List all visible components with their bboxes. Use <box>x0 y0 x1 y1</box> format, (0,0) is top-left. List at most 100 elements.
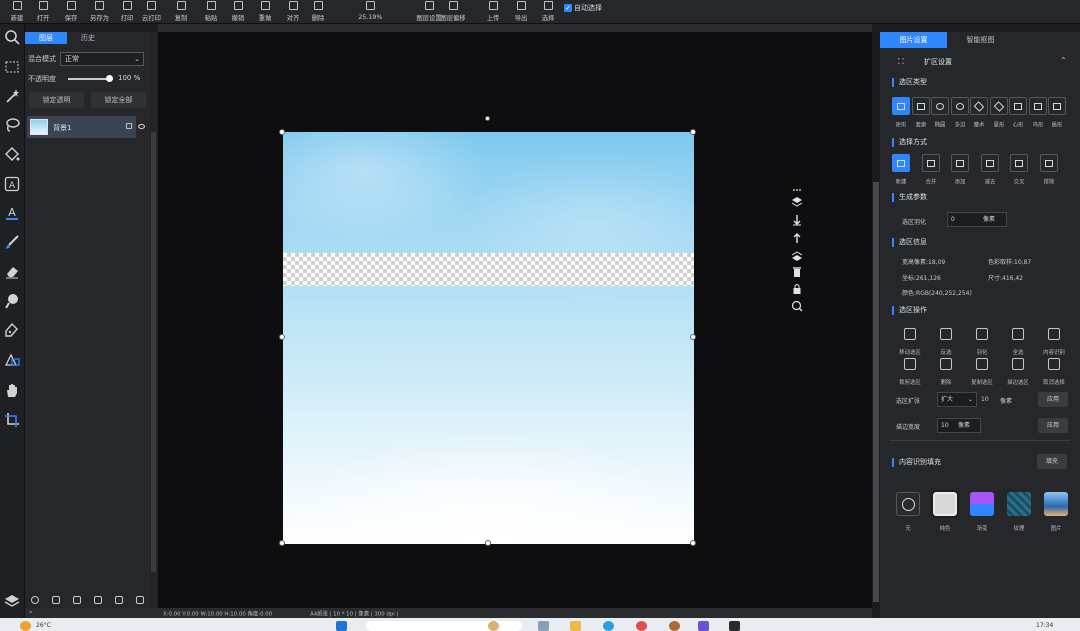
smudge-tool-icon[interactable] <box>3 292 21 310</box>
selection-type-button-8[interactable] <box>1048 97 1066 115</box>
toolbar-button-11[interactable]: 删除 <box>305 0 331 24</box>
opacity-slider[interactable] <box>68 78 108 80</box>
lasso-tool-icon[interactable] <box>3 116 21 134</box>
stroke-width-input[interactable]: 10 像素 <box>937 418 981 433</box>
feather-input[interactable]: 0 像素 <box>947 212 1007 227</box>
fill-option-4[interactable] <box>1044 492 1068 516</box>
toolbar-button-9[interactable]: 重做 <box>252 0 278 24</box>
explorer-icon[interactable] <box>570 621 581 631</box>
toolbar-button-2[interactable]: 保存 <box>58 0 84 24</box>
resize-handle-l[interactable] <box>279 334 285 340</box>
collapse-panel-icon[interactable]: ⌃ <box>1060 56 1067 65</box>
zoom-tool-icon[interactable] <box>3 28 21 46</box>
fill-option-2[interactable] <box>970 492 994 516</box>
tab-smart-cutout[interactable]: 智能抠图 <box>947 32 1014 48</box>
pen-tool-icon[interactable] <box>3 321 21 339</box>
selection-mode-button-3[interactable] <box>980 154 999 172</box>
ops_row2-icon-1[interactable] <box>940 358 952 370</box>
selection-type-button-4[interactable] <box>970 97 988 115</box>
selection-mode-button-4[interactable] <box>1010 154 1028 172</box>
collapse-icon[interactable]: « <box>29 609 32 615</box>
apply-expand-button[interactable]: 应用 <box>1038 392 1068 407</box>
blend-mode-select[interactable]: 正常 ⌄ <box>60 52 144 66</box>
selection-type-button-0[interactable] <box>892 97 910 115</box>
selection-mode-button-2[interactable] <box>951 154 969 172</box>
toolbar-button-0[interactable]: 新建 <box>4 0 30 24</box>
eraser-tool-icon[interactable] <box>3 262 21 280</box>
tab-image-settings[interactable]: 图片设置 <box>880 32 947 48</box>
apply-stroke-button[interactable]: 应用 <box>1038 418 1068 433</box>
resize-handle-tl[interactable] <box>279 129 285 135</box>
add-group-icon[interactable] <box>73 596 82 604</box>
marquee-tool-icon[interactable] <box>3 58 21 76</box>
resize-handle-bl[interactable] <box>279 540 285 546</box>
opacity-slider-handle[interactable] <box>106 75 113 82</box>
resize-handle-r[interactable] <box>690 334 696 340</box>
toolbar-button-14[interactable]: 图层偏移 <box>440 0 466 24</box>
trash-icon[interactable] <box>791 266 803 278</box>
resize-handle-tr[interactable] <box>690 129 696 135</box>
crop-tool-icon[interactable] <box>3 411 21 429</box>
selection-type-button-1[interactable] <box>911 97 930 115</box>
delete-layer-icon[interactable] <box>135 596 144 604</box>
text-color-tool-icon[interactable]: A <box>3 204 21 222</box>
toolbar-button-5[interactable]: 云打印 <box>138 0 164 24</box>
selection-type-button-2[interactable] <box>931 97 949 115</box>
selection-mode-button-5[interactable] <box>1039 154 1058 172</box>
fill-option-3[interactable] <box>1007 492 1031 516</box>
toolbar-button-7[interactable]: 粘贴 <box>198 0 224 24</box>
eye-icon[interactable] <box>138 124 145 129</box>
ops_row2-icon-2[interactable] <box>976 358 988 370</box>
selection-type-button-5[interactable] <box>989 97 1008 115</box>
layers-scroll-thumb[interactable] <box>151 132 156 572</box>
artboard-image[interactable] <box>283 132 694 544</box>
vertical-scroll-thumb[interactable] <box>873 182 879 602</box>
toolbar-button-10[interactable]: 对齐 <box>280 0 306 24</box>
toolbar-button-3[interactable]: 另存为 <box>86 0 112 24</box>
toolbar-button-1[interactable]: 打开 <box>30 0 56 24</box>
editor-app-icon[interactable] <box>729 621 740 631</box>
layers-toggle-icon[interactable] <box>3 592 21 610</box>
move-down-icon[interactable] <box>791 214 803 226</box>
shape-tool-icon[interactable] <box>3 350 21 368</box>
auto-select-checkbox[interactable]: ✓ 自动选择 <box>564 3 602 13</box>
checkbox-icon[interactable]: ✓ <box>564 4 572 12</box>
toolbar-button-4[interactable]: 打印 <box>114 0 140 24</box>
tab-layers[interactable]: 图层 <box>25 32 67 44</box>
ops_row1-icon-2[interactable] <box>976 328 988 340</box>
toolbar-button-17[interactable]: 选择 <box>535 0 561 24</box>
toolbar-button-8[interactable]: 撤销 <box>225 0 251 24</box>
canvas-vertical-scrollbar[interactable] <box>872 32 880 608</box>
toolbar-button-16[interactable]: 导出 <box>508 0 534 24</box>
ops_row2-icon-4[interactable] <box>1048 358 1060 370</box>
lock-all-button[interactable]: 锁定全部 <box>91 92 146 108</box>
task-view-icon[interactable] <box>538 621 549 631</box>
hand-tool-icon[interactable] <box>3 381 21 399</box>
layers-scrollbar[interactable] <box>150 32 158 617</box>
mask-layer-icon[interactable] <box>52 596 61 604</box>
adjust-layer-icon[interactable] <box>31 596 40 604</box>
fill-option-1[interactable] <box>931 490 959 518</box>
expand-mode-select[interactable]: 扩大 ⌄ <box>937 392 977 407</box>
browser-icon[interactable] <box>636 621 647 631</box>
expand-value[interactable]: 10 <box>981 396 989 403</box>
layer-item[interactable]: 背景1 <box>27 116 136 138</box>
fill-bucket-tool-icon[interactable] <box>3 145 21 163</box>
text-tool-icon[interactable]: A <box>3 175 21 193</box>
zoom-reset-icon[interactable] <box>791 300 803 312</box>
panel-settings-icon[interactable]: ⛶ <box>898 57 904 67</box>
ops_row2-icon-0[interactable] <box>904 358 916 370</box>
ops_row1-icon-0[interactable] <box>904 328 916 340</box>
ops_row1-icon-4[interactable] <box>1048 328 1060 340</box>
selection-mode-button-0[interactable] <box>892 154 910 172</box>
bring-forward-icon[interactable] <box>791 196 803 208</box>
magic-wand-tool-icon[interactable] <box>3 87 21 105</box>
tab-history[interactable]: 历史 <box>67 32 109 44</box>
ops_row2-icon-3[interactable] <box>1012 358 1024 370</box>
app-icon[interactable] <box>669 621 680 631</box>
selection-type-button-7[interactable] <box>1028 97 1047 115</box>
folder-icon[interactable] <box>114 596 123 604</box>
selection-type-button-6[interactable] <box>1009 97 1027 115</box>
lock-transparent-button[interactable]: 锁定透明 <box>29 92 84 108</box>
lock-icon[interactable] <box>126 123 132 129</box>
